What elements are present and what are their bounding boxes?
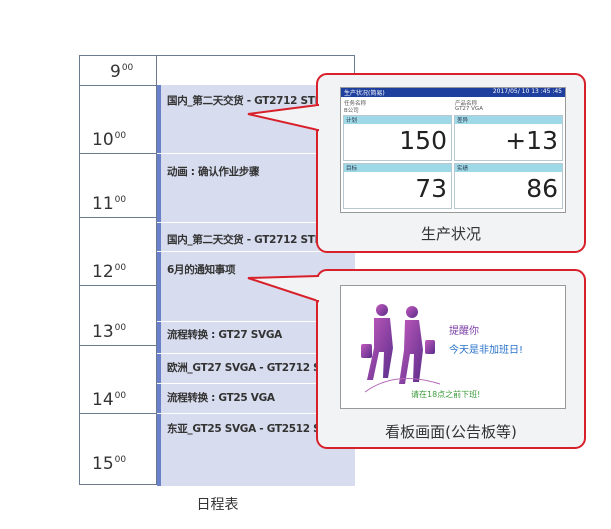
time-column: 900 1000 1100 1200 1300 1400 1500 xyxy=(80,56,157,484)
hour-label-9: 900 xyxy=(110,62,134,82)
board-caption: 看板画面(公告板等) xyxy=(385,423,517,441)
board-line-1: 提醒你 xyxy=(449,326,479,337)
callout-pointer-2 xyxy=(247,274,320,303)
callout-pointer-1 xyxy=(247,103,320,132)
hour-label-12: 1200 xyxy=(92,262,127,282)
event-title: 6月的通知事项 xyxy=(167,264,236,276)
production-caption: 生产状况 xyxy=(420,225,481,243)
hour-label-11: 1100 xyxy=(92,194,127,214)
board-line-3: 请在18点之前下班! xyxy=(411,390,481,399)
hour-label-10: 1000 xyxy=(92,130,127,150)
hour-label-14: 1400 xyxy=(92,390,127,410)
event-title: 流程转换 : GT27 SVGA xyxy=(167,329,283,341)
actual-value: 86 xyxy=(526,174,558,203)
hour-label-13: 1300 xyxy=(92,322,127,342)
hour-label-15: 1500 xyxy=(92,454,127,474)
office-workers-icon xyxy=(361,304,441,393)
notice-board-screen: 提醒你 今天是非加班日! 请在18点之前下班! xyxy=(340,285,566,409)
screen-header: 生产状况(简易) 2017/05/ 10 13 :45 :45 xyxy=(341,88,565,97)
actual-cell: 实绩 86 xyxy=(454,163,563,209)
target-cell: 目标 73 xyxy=(343,163,452,209)
event-title: 流程转换 : GT25 VGA xyxy=(167,392,275,404)
plan-value: 150 xyxy=(399,126,447,155)
event-title: 动画 : 确认作业步骤 xyxy=(167,166,260,178)
production-status-screen: 生产状况(简易) 2017/05/ 10 13 :45 :45 任务名称 B公司… xyxy=(340,87,566,213)
schedule-caption: 日程表 xyxy=(196,497,239,513)
diff-cell: 差异 +13 xyxy=(454,115,563,161)
plan-cell: 计划 150 xyxy=(343,115,452,161)
board-line-2: 今天是非加班日! xyxy=(449,345,524,356)
diff-value: +13 xyxy=(505,126,558,155)
target-value: 73 xyxy=(415,174,447,203)
